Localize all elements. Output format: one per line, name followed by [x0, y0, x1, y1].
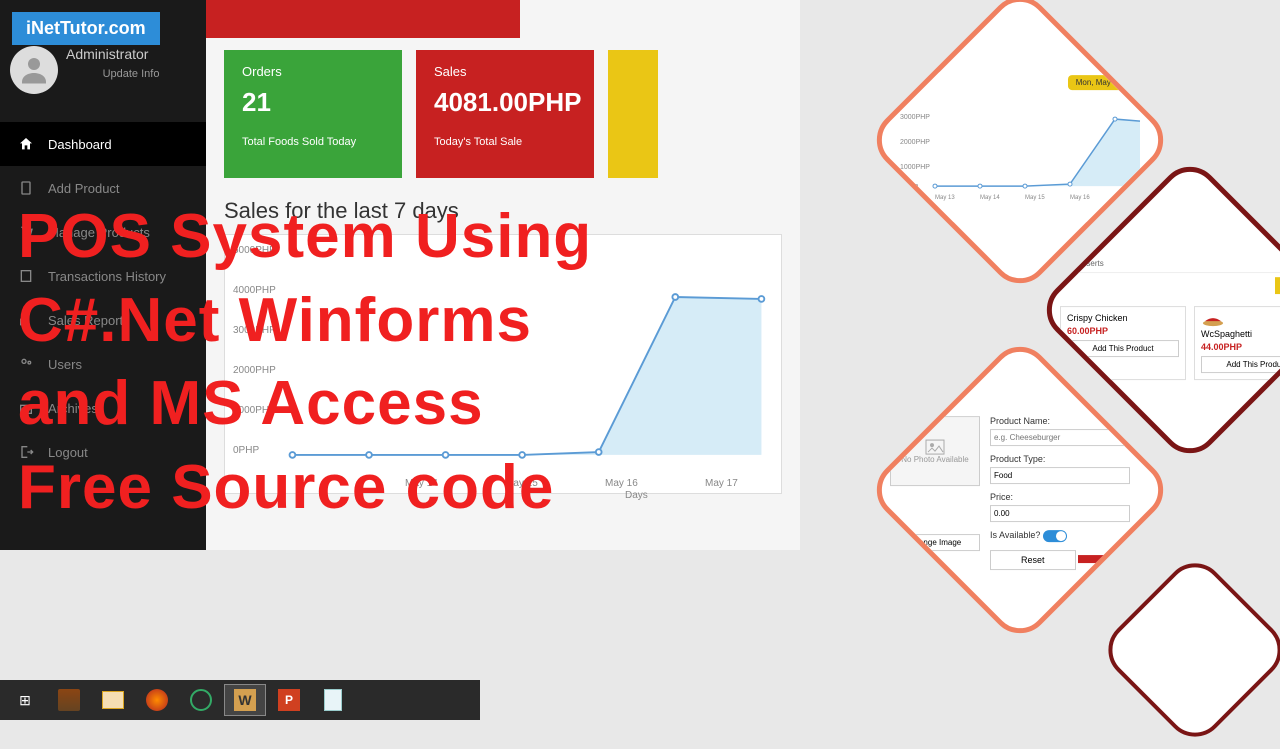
category-tab[interactable]: Desserts [1072, 259, 1104, 268]
card-value: 4081.00PHP [434, 87, 576, 118]
price-label: Price: [990, 492, 1150, 502]
preview-diamonds: Mon, May 17 2021 3000PHP 2000PHP 1000PHP… [680, 0, 1280, 720]
taskbar-firefox[interactable] [136, 684, 178, 716]
search-button[interactable]: Search [1275, 277, 1280, 294]
product-name-input[interactable] [990, 429, 1130, 446]
product-name: WcSpaghetti [1201, 329, 1280, 339]
watermark-badge: iNetTutor.com [12, 12, 160, 45]
reset-button[interactable]: Reset [990, 550, 1076, 570]
svg-text:2000PHP: 2000PHP [900, 139, 930, 146]
x-axis-title: Days [625, 490, 648, 501]
taskbar-explorer[interactable] [92, 684, 134, 716]
preview-diamond-blank [1096, 551, 1280, 749]
clipboard-icon [18, 180, 34, 196]
promo-title-overlay: POS System UsingC#.Net Winformsand MS Ac… [18, 195, 592, 530]
svg-text:May 14: May 14 [980, 195, 1000, 201]
titlebar [206, 0, 520, 38]
card-subtitle: Total Foods Sold Today [242, 136, 384, 148]
avatar[interactable] [10, 46, 58, 94]
nav-label: Dashboard [48, 137, 112, 152]
product-price: 60.00PHP [1067, 326, 1179, 336]
save-button[interactable] [1078, 555, 1138, 563]
nav-label: Add Product [48, 181, 120, 196]
product-card: Crispy Chicken 60.00PHP Add This Product [1060, 306, 1186, 380]
extra-card [608, 50, 658, 178]
taskbar-notepad[interactable] [312, 684, 354, 716]
taskbar-powerpoint[interactable]: P [268, 684, 310, 716]
card-title: Sales [434, 64, 576, 79]
product-panel: ◆Desserts 🛒 Search Crispy Chicken 60.00P… [1060, 255, 1280, 380]
svg-text:1000PHP: 1000PHP [900, 164, 930, 171]
product-form: No Photo Available Product Name: Product… [890, 416, 1150, 578]
product-price: 44.00PHP [1201, 342, 1280, 352]
taskbar-winrar[interactable] [48, 684, 90, 716]
svg-text:May 13: May 13 [935, 195, 955, 201]
home-icon [18, 136, 34, 152]
x-tick: May 16 [605, 478, 638, 489]
taskbar-word[interactable]: W [224, 684, 266, 716]
svg-text:May 16: May 16 [1070, 195, 1090, 201]
type-label: Product Type: [990, 454, 1150, 464]
start-button[interactable]: ⊞ [4, 684, 46, 716]
svg-text:0PHP: 0PHP [900, 184, 919, 191]
sales-card: Sales 4081.00PHP Today's Total Sale [416, 50, 594, 178]
change-image-button[interactable]: Change Image [890, 534, 980, 551]
svg-text:May 15: May 15 [1025, 195, 1045, 201]
price-input[interactable] [990, 505, 1130, 522]
user-role: Administrator [66, 46, 196, 62]
taskbar-app[interactable] [180, 684, 222, 716]
date-badge: Mon, May 17 2021 [1068, 75, 1150, 90]
product-type-input[interactable] [990, 467, 1130, 484]
available-label: Is Available? [990, 530, 1040, 540]
user-area: Administrator Update Info [0, 38, 206, 102]
add-product-button[interactable]: Add This Product [1201, 356, 1280, 373]
svg-text:May 17: May 17 [1115, 195, 1135, 201]
nav-dashboard[interactable]: Dashboard [0, 122, 206, 166]
orders-card: Orders 21 Total Foods Sold Today [224, 50, 402, 178]
card-value: 21 [242, 87, 384, 118]
available-toggle[interactable] [1043, 530, 1067, 542]
mini-chart: Mon, May 17 2021 3000PHP 2000PHP 1000PHP… [890, 72, 1150, 222]
name-label: Product Name: [990, 416, 1150, 426]
image-placeholder: No Photo Available [890, 416, 980, 486]
svg-text:3000PHP: 3000PHP [900, 114, 930, 121]
card-title: Orders [242, 64, 384, 79]
add-product-button[interactable]: Add This Product [1067, 340, 1179, 357]
product-card: WcSpaghetti 44.00PHP Add This Product [1194, 306, 1280, 380]
product-name: Crispy Chicken [1067, 313, 1179, 323]
update-info-link[interactable]: Update Info [66, 68, 196, 80]
windows-taskbar: ⊞ W P [0, 680, 480, 720]
card-subtitle: Today's Total Sale [434, 136, 576, 148]
